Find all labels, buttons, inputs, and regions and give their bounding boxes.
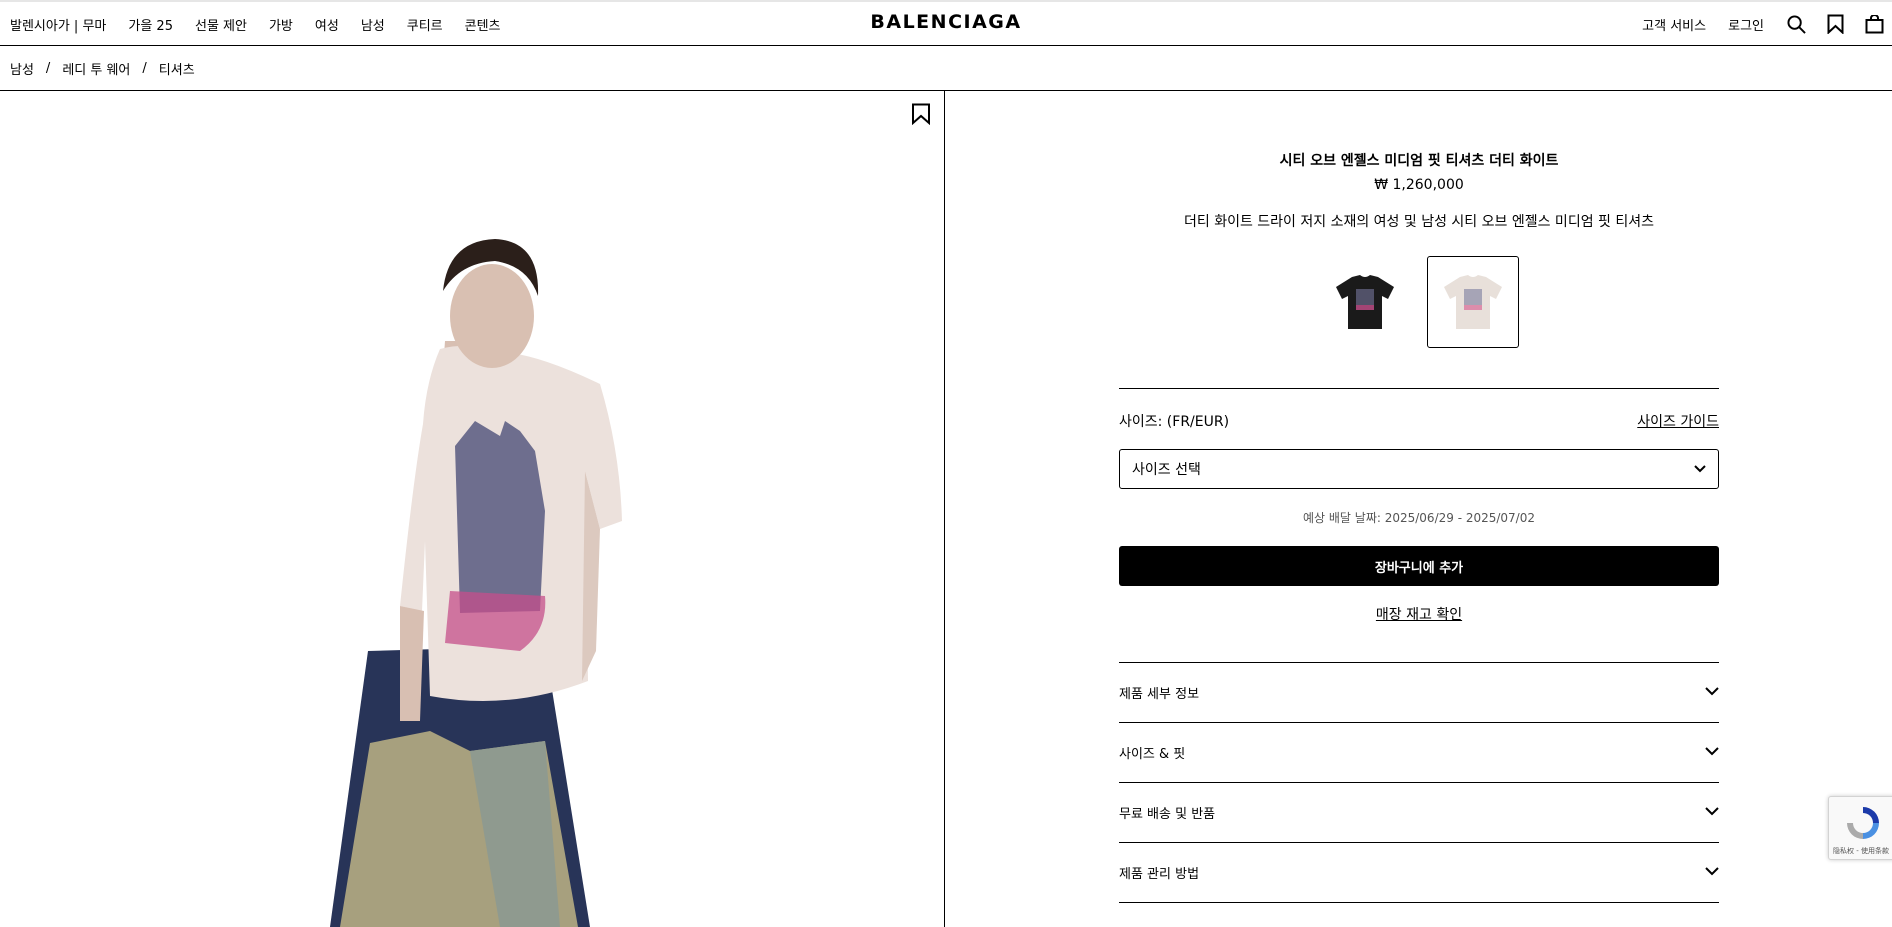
accordion-label: 제품 세부 정보 bbox=[1119, 687, 1200, 702]
chevron-down-icon bbox=[1694, 461, 1706, 477]
size-select[interactable]: 사이즈 선택 bbox=[1119, 449, 1719, 489]
variant-black-thumbnail[interactable] bbox=[1319, 256, 1411, 348]
login-link[interactable]: 로그인 bbox=[1728, 15, 1764, 34]
product-description: 더티 화이트 드라이 저지 소재의 여성 및 남성 시티 오브 엔젤스 미디엄 … bbox=[1183, 214, 1654, 230]
customer-service-link[interactable]: 고객 서비스 bbox=[1642, 15, 1706, 34]
size-label: 사이즈: (FR/EUR) bbox=[1119, 414, 1230, 430]
accordion-label: 무료 배송 및 반품 bbox=[1119, 807, 1216, 822]
chevron-down-icon bbox=[1705, 745, 1719, 760]
nav-item-bags[interactable]: 가방 bbox=[269, 15, 293, 34]
store-stock-link[interactable]: 매장 재고 확인 bbox=[1119, 604, 1719, 624]
breadcrumb-separator: / bbox=[142, 61, 147, 76]
nav-item-content[interactable]: 콘텐츠 bbox=[465, 15, 501, 34]
nav-item-balenciaga-muma[interactable]: 발렌시아가 | 무마 bbox=[10, 15, 106, 34]
delivery-estimate: 예상 배달 날짜: 2025/06/29 - 2025/07/02 bbox=[1302, 511, 1535, 525]
main-nav: 발렌시아가 | 무마 가을 25 선물 제안 가방 여성 남성 쿠티르 콘텐츠 bbox=[10, 2, 523, 46]
nav-item-women[interactable]: 여성 bbox=[315, 15, 339, 34]
accordion-shipping-returns[interactable]: 무료 배송 및 반품 bbox=[1119, 783, 1719, 843]
search-icon[interactable] bbox=[1786, 14, 1806, 34]
size-guide-link[interactable]: 사이즈 가이드 bbox=[1637, 411, 1719, 431]
product-image-pane bbox=[0, 91, 945, 927]
product-price: ₩ 1,260,000 bbox=[1374, 177, 1464, 193]
accordion-product-details[interactable]: 제품 세부 정보 bbox=[1119, 663, 1719, 723]
accordion-care[interactable]: 제품 관리 방법 bbox=[1119, 843, 1719, 903]
header-actions: 고객 서비스 로그인 bbox=[1642, 2, 1892, 46]
nav-item-men[interactable]: 남성 bbox=[361, 15, 385, 34]
chevron-down-icon bbox=[1705, 685, 1719, 700]
add-to-cart-button[interactable]: 장바구니에 추가 bbox=[1119, 546, 1719, 586]
cart-icon[interactable] bbox=[1864, 14, 1884, 34]
recaptcha-badge[interactable]: 隐私权 - 使用条款 bbox=[1828, 796, 1892, 860]
product-title: 시티 오브 엔젤스 미디엄 핏 티셔츠 더티 화이트 bbox=[1279, 153, 1559, 169]
accordion-size-fit[interactable]: 사이즈 & 핏 bbox=[1119, 723, 1719, 783]
size-select-value: 사이즈 선택 bbox=[1132, 462, 1201, 478]
product-info-panel: 시티 오브 엔젤스 미디엄 핏 티셔츠 더티 화이트 ₩ 1,260,000 더… bbox=[1119, 150, 1719, 903]
size-row: 사이즈: (FR/EUR) 사이즈 가이드 bbox=[1119, 411, 1719, 431]
breadcrumb-ready-to-wear[interactable]: 레디 투 웨어 bbox=[62, 59, 130, 78]
image-bookmark-icon[interactable] bbox=[911, 103, 931, 126]
variant-dirty-white-thumbnail[interactable] bbox=[1427, 256, 1519, 348]
product-accordion: 제품 세부 정보 사이즈 & 핏 무료 배송 및 반품 제품 관리 방법 bbox=[1119, 662, 1719, 903]
wishlist-icon[interactable] bbox=[1825, 14, 1845, 34]
accordion-label: 제품 관리 방법 bbox=[1119, 867, 1200, 882]
nav-item-couture[interactable]: 쿠티르 bbox=[407, 15, 443, 34]
brand-logo[interactable]: BALENCIAGA bbox=[870, 11, 1021, 33]
breadcrumb-tshirts[interactable]: 티셔츠 bbox=[159, 59, 195, 78]
chevron-down-icon bbox=[1705, 805, 1719, 820]
breadcrumb: 남성 / 레디 투 웨어 / 티셔츠 bbox=[10, 46, 195, 91]
nav-item-fall-25[interactable]: 가을 25 bbox=[128, 15, 173, 34]
accordion-label: 사이즈 & 핏 bbox=[1119, 747, 1186, 762]
site-header: 발렌시아가 | 무마 가을 25 선물 제안 가방 여성 남성 쿠티르 콘텐츠 … bbox=[0, 2, 1892, 46]
breadcrumb-separator: / bbox=[45, 61, 51, 76]
nav-item-gifts[interactable]: 선물 제안 bbox=[195, 15, 247, 34]
chevron-down-icon bbox=[1705, 865, 1719, 880]
recaptcha-links[interactable]: 隐私权 - 使用条款 bbox=[1833, 846, 1889, 856]
breadcrumb-men[interactable]: 남성 bbox=[10, 59, 34, 78]
product-image-model[interactable] bbox=[0, 91, 945, 927]
section-divider bbox=[1119, 388, 1719, 389]
color-variants bbox=[1119, 256, 1719, 348]
recaptcha-icon bbox=[1847, 807, 1879, 839]
